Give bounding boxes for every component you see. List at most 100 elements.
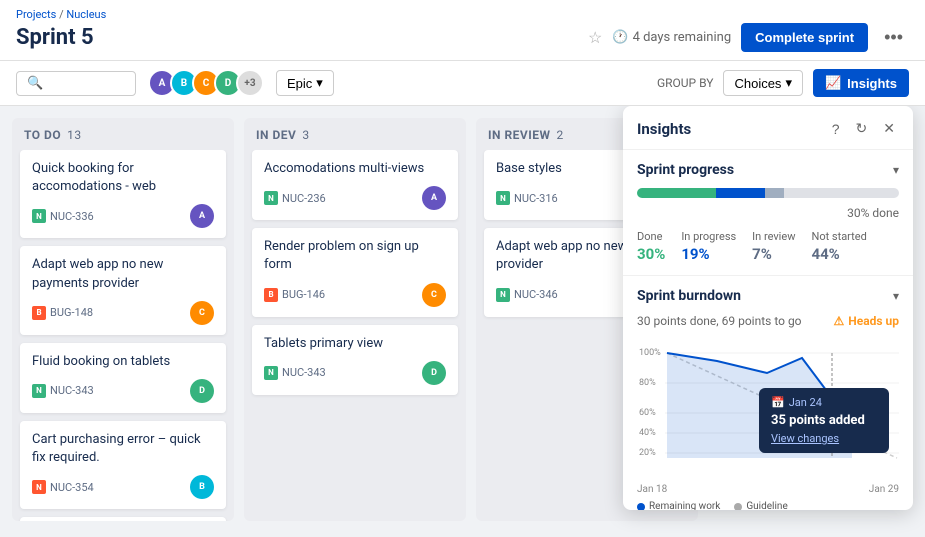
card-title: Accomodations multi-views: [264, 160, 446, 178]
svg-text:80%: 80%: [639, 378, 656, 388]
card-title: Cart purchasing error – quick fix requir…: [32, 431, 214, 467]
card-avatar: C: [190, 301, 214, 325]
sprint-progress-section: Sprint progress ▾ 30% done Done 30% In p…: [623, 150, 913, 276]
sprint-progress-header: Sprint progress ▾: [637, 162, 899, 178]
chevron-down-icon: ▾: [316, 75, 323, 91]
chevron-down-icon: ▾: [785, 75, 792, 91]
card-avatar: D: [190, 379, 214, 403]
card[interactable]: Tablets primary view N NUC-343 D: [252, 325, 458, 395]
card-id: N NUC-343: [32, 384, 94, 398]
avatar-count[interactable]: +3: [236, 69, 264, 97]
card-id: N NUC-343: [264, 366, 326, 380]
insights-button[interactable]: 📈 Insights: [813, 69, 909, 97]
heads-up-badge: ⚠ Heads up: [833, 314, 899, 328]
card-avatar: C: [422, 283, 446, 307]
toolbar: 🔍 A B C D +3 Epic ▾ GROUP BY Choices ▾ 📈…: [0, 61, 925, 106]
card[interactable]: Cart purchasing error – quick fix requir…: [20, 421, 226, 509]
legend-remaining-work: Remaining work: [637, 501, 720, 510]
svg-text:100%: 100%: [639, 348, 661, 358]
badge-red: B: [264, 288, 278, 302]
badge-green: N: [496, 191, 510, 205]
complete-sprint-button[interactable]: Complete sprint: [741, 23, 868, 52]
toolbar-right: GROUP BY Choices ▾ 📈 Insights: [657, 69, 909, 97]
burndown-subtitle: 30 points done, 69 points to go ⚠ Heads …: [637, 314, 899, 328]
card-meta: N NUC-336 A: [32, 204, 214, 228]
burndown-tooltip: 📅 Jan 24 35 points added View changes: [759, 388, 889, 453]
card[interactable]: Multi-dest search UI web N NUC-338 E: [20, 517, 226, 521]
sprint-burndown-header: Sprint burndown ▾: [637, 288, 899, 304]
column-todo: TO DO 13 Quick booking for accomodations…: [12, 118, 234, 521]
tooltip-value: 35 points added: [771, 413, 877, 428]
days-remaining: 🕐 4 days remaining: [612, 30, 731, 45]
card[interactable]: Adapt web app no new payments provider B…: [20, 246, 226, 334]
progress-review-segment: [765, 188, 783, 198]
insights-panel-title: Insights: [637, 120, 691, 138]
progress-notstarted-segment: [784, 188, 899, 198]
card-title: Quick booking for accomodations - web: [32, 160, 214, 196]
tooltip-view-changes-link[interactable]: View changes: [771, 432, 839, 445]
chart-legend: Remaining work Guideline: [637, 501, 899, 510]
card-meta: N NUC-343 D: [264, 361, 446, 385]
warning-icon: ⚠: [833, 314, 844, 328]
card-avatar: B: [190, 475, 214, 499]
badge-green: N: [32, 209, 46, 223]
column-todo-body: Quick booking for accomodations - web N …: [12, 150, 234, 521]
card-meta: B BUG-148 C: [32, 301, 214, 325]
badge-red: N: [32, 480, 46, 494]
column-indev-body: Accomodations multi-views N NUC-236 A Re…: [244, 150, 466, 521]
chart-x-labels: Jan 18 Jan 29: [637, 484, 899, 495]
column-todo-header: TO DO 13: [12, 118, 234, 150]
card[interactable]: Render problem on sign up form B BUG-146…: [252, 228, 458, 316]
search-box[interactable]: 🔍: [16, 71, 136, 96]
header-actions: ☆ 🕐 4 days remaining Complete sprint •••: [588, 23, 909, 52]
card-meta: B BUG-146 C: [264, 283, 446, 307]
card-id: N NUC-336: [32, 209, 94, 223]
avatar-group[interactable]: A B C D +3: [148, 69, 264, 97]
legend-guideline: Guideline: [734, 501, 787, 510]
legend-dot-remaining: [637, 503, 645, 511]
page-header: Projects / Nucleus Sprint 5 ☆ 🕐 4 days r…: [0, 0, 925, 61]
badge-green: N: [264, 366, 278, 380]
breadcrumb-nucleus[interactable]: Nucleus: [66, 8, 106, 21]
chevron-down-icon: ▾: [893, 163, 899, 177]
card[interactable]: Accomodations multi-views N NUC-236 A: [252, 150, 458, 220]
search-icon: 🔍: [27, 76, 43, 91]
insights-panel-header: Insights ? ↻ ✕: [623, 106, 913, 150]
column-indev: IN DEV 3 Accomodations multi-views N NUC…: [244, 118, 466, 521]
card[interactable]: Fluid booking on tablets N NUC-343 D: [20, 343, 226, 413]
svg-text:40%: 40%: [639, 428, 656, 438]
badge-green: N: [496, 288, 510, 302]
card-title: Render problem on sign up form: [264, 238, 446, 274]
choices-button[interactable]: Choices ▾: [723, 70, 803, 96]
card-avatar: A: [422, 186, 446, 210]
chevron-down-icon: ▾: [893, 289, 899, 303]
progress-bar: [637, 188, 899, 198]
tooltip-date: 📅 Jan 24: [771, 396, 877, 409]
progress-stats: Done 30% In progress 19% In review 7% No…: [637, 230, 899, 263]
stat-done: Done 30%: [637, 230, 665, 263]
card-meta: N NUC-354 B: [32, 475, 214, 499]
breadcrumb: Projects / Nucleus: [16, 8, 909, 21]
card-id: B BUG-146: [264, 288, 325, 302]
card-avatar: D: [422, 361, 446, 385]
badge-green: N: [264, 191, 278, 205]
svg-text:20%: 20%: [639, 448, 656, 458]
card-meta: N NUC-343 D: [32, 379, 214, 403]
stat-review: In review 7%: [752, 230, 795, 263]
breadcrumb-projects[interactable]: Projects: [16, 8, 56, 21]
page-title: Sprint 5: [16, 25, 94, 50]
progress-inprogress-segment: [716, 188, 766, 198]
help-icon-button[interactable]: ?: [828, 119, 844, 139]
group-by-label: GROUP BY: [657, 76, 714, 90]
more-options-button[interactable]: •••: [878, 23, 909, 52]
epic-filter-button[interactable]: Epic ▾: [276, 70, 334, 96]
refresh-icon-button[interactable]: ↻: [852, 118, 872, 139]
stat-inprogress: In progress 19%: [681, 230, 736, 263]
star-icon[interactable]: ☆: [588, 28, 602, 47]
header-title-row: Sprint 5 ☆ 🕐 4 days remaining Complete s…: [16, 23, 909, 60]
card[interactable]: Quick booking for accomodations - web N …: [20, 150, 226, 238]
close-icon-button[interactable]: ✕: [879, 118, 899, 139]
progress-label: 30% done: [637, 206, 899, 220]
card-id: N NUC-236: [264, 191, 326, 205]
clock-icon: 🕐: [612, 30, 628, 45]
